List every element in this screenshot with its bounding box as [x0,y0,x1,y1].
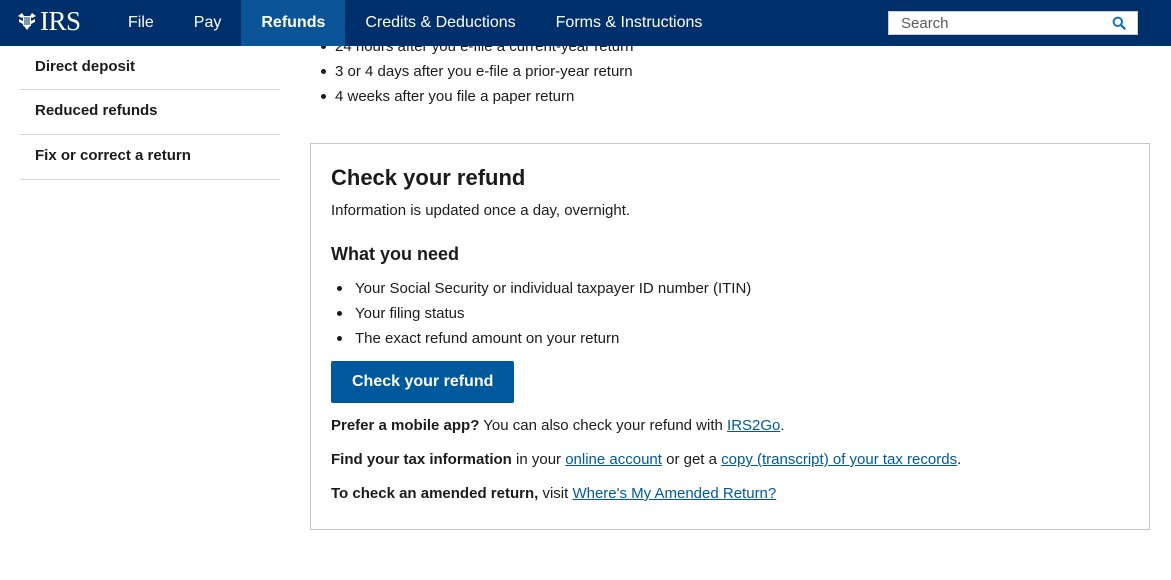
search-icon[interactable] [1107,12,1131,34]
search-input[interactable] [889,12,1107,34]
nav-forms-instructions[interactable]: Forms & Instructions [536,0,723,46]
online-account-link[interactable]: online account [565,451,662,468]
tax-info-desc-2: or get a [661,451,722,468]
nav-pay[interactable]: Pay [174,0,242,46]
sidebar-item-reduced-refunds[interactable]: Reduced refunds [20,90,280,135]
list-item: Your Social Security or individual taxpa… [331,276,1129,301]
sidebar-item-fix-correct-return[interactable]: Fix or correct a return [20,135,280,180]
transcript-link[interactable]: copy (transcript) of your tax records [721,451,957,468]
main-nav: File Pay Refunds Credits & Deductions Fo… [108,0,722,46]
nav-refunds[interactable]: Refunds [241,0,346,46]
update-info: Information is updated once a day, overn… [331,202,631,219]
list-item: 3 or 4 days after you e-file a prior-yea… [320,59,633,84]
eagle-icon [18,13,36,30]
period: . [957,451,962,468]
tax-info-desc-1: in your [511,451,566,468]
logo-wordmark: IRS [40,6,81,36]
requirements-list: Your Social Security or individual taxpa… [331,276,1129,351]
check-refund-button[interactable]: Check your refund [331,361,515,403]
box-title: Check your refund [331,165,526,190]
check-refund-box: Check your refund Information is updated… [310,143,1150,530]
list-item: 4 weeks after you file a paper return [320,84,633,109]
search-box [888,11,1138,35]
tax-info-text: Find your tax information in your online… [331,449,1129,471]
list-item: Your filing status [331,301,1129,326]
irs-logo[interactable]: IRS [16,6,81,36]
tax-info-bold: Find your tax information [331,451,512,468]
mobile-app-bold: Prefer a mobile app? [331,417,480,434]
what-you-need-heading: What you need [331,244,460,264]
list-item: The exact refund amount on your return [331,326,1129,351]
nav-credits-deductions[interactable]: Credits & Deductions [345,0,535,46]
irs2go-link[interactable]: IRS2Go [727,417,780,434]
sidebar-item-direct-deposit[interactable]: Direct deposit [20,46,280,90]
site-header: IRS File Pay Refunds Credits & Deduction… [0,0,1171,46]
period: . [780,417,785,434]
mobile-app-text: Prefer a mobile app? You can also check … [331,415,1129,437]
amended-return-text: To check an amended return, visit Where'… [331,483,1129,505]
amended-desc: visit [538,485,573,502]
amended-return-link[interactable]: Where's My Amended Return? [572,485,776,502]
amended-bold: To check an amended return, [331,485,539,502]
nav-file[interactable]: File [108,0,174,46]
mobile-app-desc: You can also check your refund with [479,417,728,434]
sidebar-nav: Direct deposit Reduced refunds Fix or co… [20,46,280,180]
